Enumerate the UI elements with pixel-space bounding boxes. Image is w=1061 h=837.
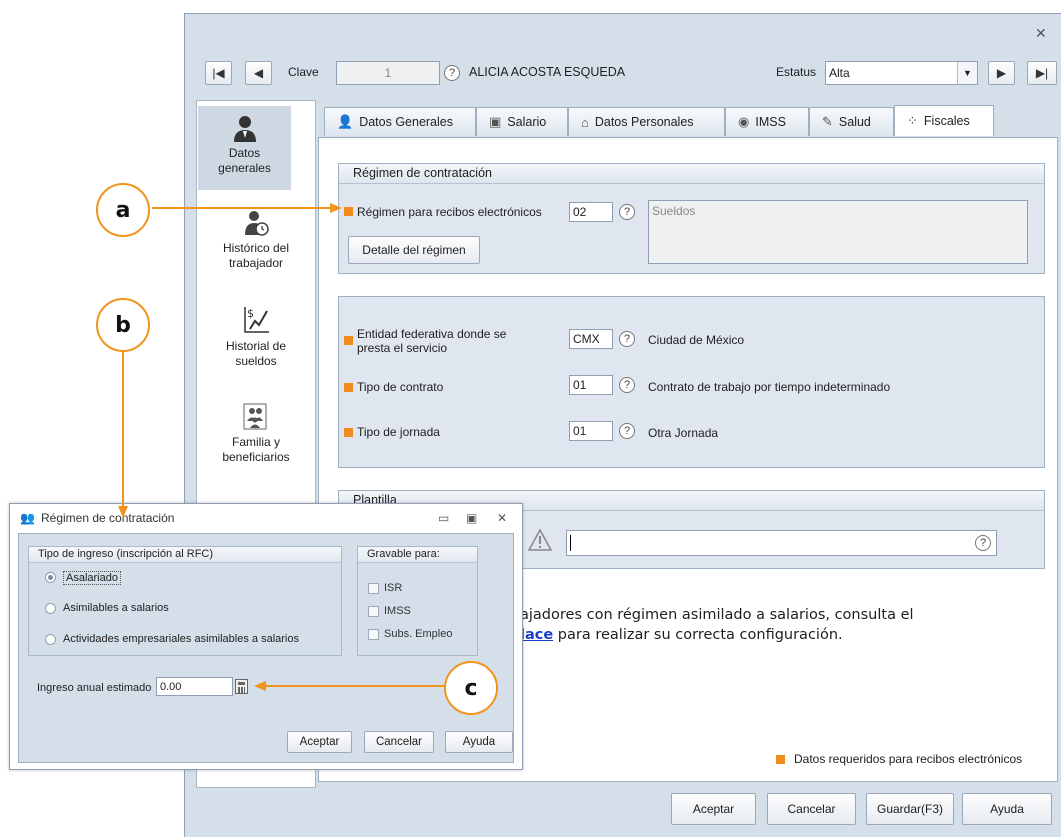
callout-c: c bbox=[444, 661, 498, 715]
arrow-b-head bbox=[118, 506, 128, 518]
callout-b: b bbox=[96, 298, 150, 352]
callout-a: a bbox=[96, 183, 150, 237]
arrow-c-head bbox=[254, 681, 266, 691]
annotation-arrows bbox=[118, 203, 444, 691]
arrow-a-head bbox=[330, 203, 342, 213]
